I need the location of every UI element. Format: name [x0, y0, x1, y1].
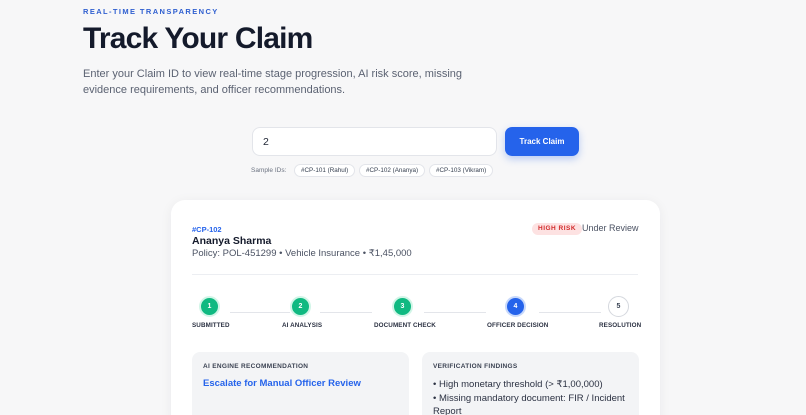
panel-title: VERIFICATION FINDINGS	[433, 363, 518, 370]
card-divider	[192, 274, 638, 275]
panel-title: AI ENGINE RECOMMENDATION	[203, 363, 309, 370]
step-label-submitted: SUBMITTED	[192, 322, 230, 329]
claim-card: #CP-102 Ananya Sharma Policy: POL-451299…	[171, 200, 660, 415]
step-label-officer-decision: OFFICER DECISION	[487, 322, 549, 329]
policy-details: Policy: POL-451299 • Vehicle Insurance •…	[192, 248, 412, 259]
sample-id-chip[interactable]: #CP-103 (Vikram)	[429, 164, 494, 177]
step-circle-submitted: 1	[199, 296, 220, 317]
claim-id: #CP-102	[192, 225, 222, 234]
progress-track	[230, 312, 290, 313]
sample-id-chip[interactable]: #CP-102 (Ananya)	[359, 164, 426, 177]
eyebrow-label: REAL-TIME TRANSPARENCY	[83, 7, 219, 16]
step-circle-document-check: 3	[392, 296, 413, 317]
findings-list: High monetary threshold (> ₹1,00,000) Mi…	[433, 378, 633, 415]
ai-recommendation: Escalate for Manual Officer Review	[203, 378, 361, 389]
step-circle-officer-decision: 4	[505, 296, 526, 317]
finding-item: High monetary threshold (> ₹1,00,000)	[433, 378, 633, 392]
claim-id-input[interactable]	[252, 127, 497, 156]
progress-track	[424, 312, 486, 313]
step-label-document-check: DOCUMENT CHECK	[374, 322, 436, 329]
claimant-name: Ananya Sharma	[192, 235, 272, 247]
step-circle-ai-analysis: 2	[290, 296, 311, 317]
claim-status: Under Review	[582, 223, 639, 233]
risk-badge: HIGH RISK	[532, 223, 583, 235]
finding-item: Missing mandatory document: FIR / Incide…	[433, 392, 633, 415]
sample-id-chip[interactable]: #CP-101 (Rahul)	[294, 164, 356, 177]
step-label-ai-analysis: AI ANALYSIS	[282, 322, 323, 329]
verification-findings-panel: VERIFICATION FINDINGS High monetary thre…	[422, 352, 639, 415]
page-title: Track Your Claim	[83, 22, 313, 55]
step-circle-resolution: 5	[608, 296, 629, 317]
sample-ids-label: Sample IDs:	[251, 167, 287, 174]
step-label-resolution: RESOLUTION	[599, 322, 642, 329]
page-subtitle: Enter your Claim ID to view real-time st…	[83, 68, 463, 96]
track-claim-button[interactable]: Track Claim	[505, 127, 579, 156]
progress-track	[320, 312, 372, 313]
progress-track	[539, 312, 601, 313]
ai-recommendation-panel: AI ENGINE RECOMMENDATION Escalate for Ma…	[192, 352, 409, 415]
